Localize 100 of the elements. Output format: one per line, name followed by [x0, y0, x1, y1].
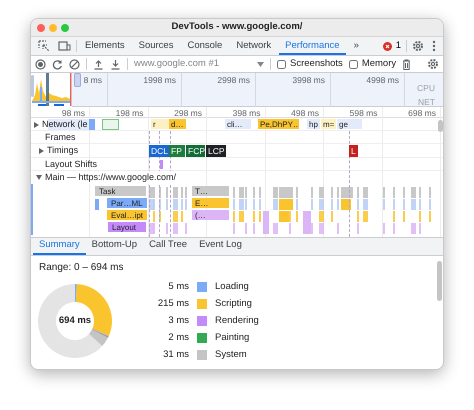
network-request-bar[interactable]: d… — [169, 119, 186, 129]
network-request-bar[interactable]: hp — [307, 119, 320, 129]
flame-bar[interactable] — [95, 199, 99, 210]
time-tick-label: 398 ms — [232, 107, 260, 120]
details-tab[interactable]: Bottom-Up — [86, 238, 144, 255]
time-tick-label: 1998 ms — [143, 74, 176, 87]
scrollbar-thumb[interactable] — [438, 120, 443, 132]
error-counter[interactable]: 1 — [380, 37, 404, 55]
network-request-bar[interactable]: m= — [321, 119, 336, 129]
flame-bar[interactable] — [173, 211, 178, 222]
panel-tab[interactable]: Performance — [279, 37, 346, 55]
panel-tab[interactable]: Console — [181, 37, 228, 55]
panel-tab[interactable]: Elements — [79, 37, 131, 55]
time-value: 215 ms — [156, 298, 189, 310]
track-label[interactable]: Timings — [31, 144, 82, 157]
range-handle[interactable] — [31, 75, 34, 97]
timing-marker[interactable]: LCP — [206, 145, 226, 157]
flame-event[interactable]: (… — [192, 210, 229, 220]
details-tab[interactable]: Event Log — [193, 238, 248, 255]
timing-marker[interactable]: FP — [169, 145, 185, 157]
upload-icon[interactable] — [93, 58, 104, 70]
download-icon[interactable] — [110, 58, 121, 70]
clear-icon[interactable] — [69, 58, 80, 70]
checkbox[interactable] — [348, 60, 358, 68]
flame-bar[interactable] — [273, 199, 278, 210]
more-tabs-button[interactable]: » — [348, 37, 365, 55]
flame-bar[interactable] — [319, 211, 324, 222]
network-request-bar[interactable]: ge — [337, 119, 362, 129]
flame-bar[interactable] — [303, 211, 311, 234]
panel-tab[interactable]: Sources — [132, 37, 180, 55]
flame-bar[interactable] — [273, 223, 278, 234]
details-tab[interactable]: Call Tree — [143, 238, 194, 255]
flame-bar[interactable] — [279, 199, 293, 210]
flame-bar[interactable] — [411, 187, 416, 198]
time-value: 3 ms — [167, 315, 189, 327]
time-tick-label: 498 ms — [291, 107, 319, 120]
flame-event[interactable]: Task — [95, 186, 146, 196]
time-tick-label: 598 ms — [350, 107, 378, 120]
flame-bar[interactable] — [411, 199, 416, 210]
flame-bar[interactable] — [173, 199, 178, 210]
range-label: Range: 0 – 694 ms — [39, 261, 124, 275]
network-request-bar[interactable] — [102, 119, 119, 130]
timing-marker[interactable]: FCP — [186, 145, 205, 157]
flame-bar[interactable] — [319, 187, 324, 198]
time-tick-label: 8 ms — [84, 74, 102, 87]
flame-event[interactable]: Eval…ipt — [107, 210, 147, 220]
flame-bar[interactable] — [239, 187, 244, 198]
total-time: 694 ms — [58, 314, 92, 328]
flame-event[interactable]: Par…ML — [107, 198, 147, 208]
scrollbar-thumb[interactable] — [437, 261, 442, 301]
caret-icon — [257, 62, 264, 66]
flame-bar[interactable] — [263, 211, 269, 234]
range-handle[interactable] — [74, 73, 81, 87]
flame-event[interactable]: T… — [192, 186, 229, 196]
lane-label: CPU — [417, 82, 435, 95]
time-tick-label: 2998 ms — [217, 74, 250, 87]
flame-bar[interactable] — [411, 223, 416, 234]
network-request-bar[interactable]: cli… — [225, 119, 251, 129]
panel-tab[interactable]: Network — [230, 37, 278, 55]
timing-marker[interactable]: DCL — [149, 145, 169, 157]
time-tick-label: 198 ms — [116, 107, 144, 120]
settings-icon[interactable] — [427, 58, 439, 70]
layout-shift-marker[interactable] — [160, 160, 163, 169]
track-label: Frames — [44, 131, 77, 144]
error-count: 1 — [396, 38, 401, 53]
flame-bar[interactable] — [341, 187, 353, 198]
record-icon[interactable] — [35, 58, 46, 70]
flame-bar[interactable] — [319, 199, 324, 210]
legend-label: Painting — [215, 332, 250, 344]
track-label[interactable]: Network (le — [31, 118, 91, 131]
network-request-bar[interactable]: Pe,DhPY… — [258, 119, 299, 129]
flame-bar[interactable] — [173, 223, 178, 234]
flame-bar[interactable] — [173, 187, 178, 198]
flame-event[interactable]: Layout — [108, 222, 146, 232]
recording-dropdown[interactable]: www.google.com #1 — [134, 56, 264, 72]
checkbox-label: Memory — [362, 56, 396, 71]
flame-bar[interactable] — [279, 187, 293, 198]
time-tick-label: 98 ms — [62, 107, 85, 120]
flame-bar[interactable] — [239, 199, 244, 210]
flame-bar[interactable] — [363, 199, 368, 210]
flame-bar[interactable] — [279, 211, 289, 222]
flame-bar[interactable] — [239, 211, 244, 222]
flame-bar[interactable] — [363, 211, 368, 222]
network-request-bar[interactable] — [89, 119, 95, 130]
error-icon — [382, 42, 392, 50]
checkbox[interactable] — [277, 60, 286, 68]
time-tick-label: 3998 ms — [292, 74, 325, 87]
reload-icon[interactable] — [52, 58, 63, 70]
flame-bar[interactable] — [363, 187, 368, 198]
time-value: 31 ms — [162, 349, 189, 361]
trash-icon[interactable] — [402, 58, 412, 70]
cpu-activity-drawing — [32, 73, 72, 106]
network-request-bar[interactable]: r — [151, 119, 169, 129]
flame-bar[interactable] — [273, 187, 278, 198]
details-tab[interactable]: Summary — [33, 238, 86, 255]
flame-bar[interactable] — [319, 223, 324, 234]
timing-marker[interactable]: L — [349, 145, 358, 157]
flame-event[interactable]: E… — [192, 198, 229, 208]
flame-bar[interactable] — [341, 199, 351, 210]
time-value: 5 ms — [167, 281, 189, 293]
